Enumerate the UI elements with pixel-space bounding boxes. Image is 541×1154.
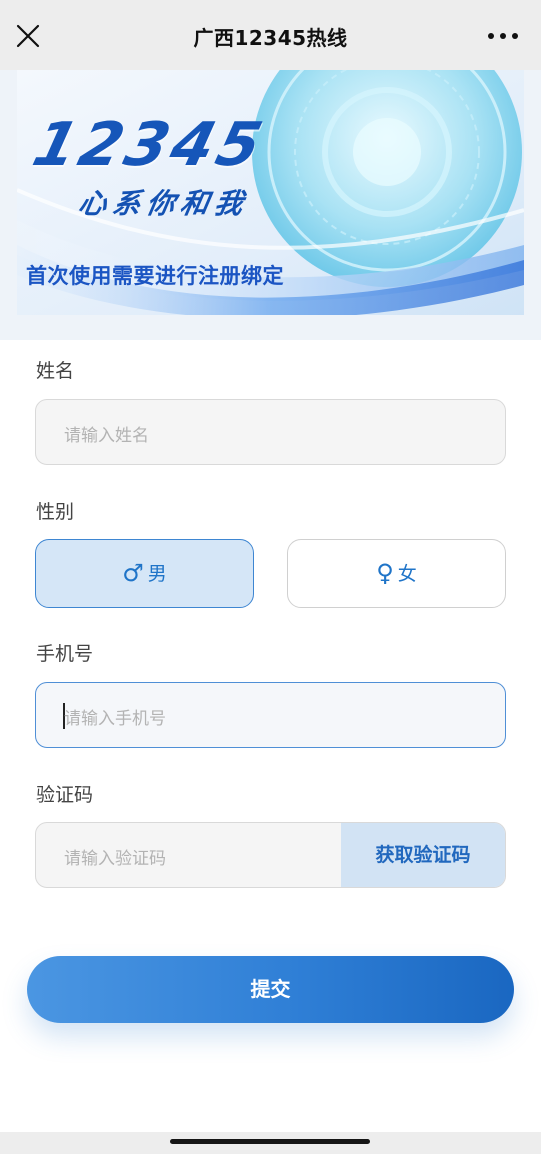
name-input[interactable]: 请输入姓名 xyxy=(35,399,506,465)
page-title: 广西12345热线 xyxy=(193,26,348,50)
banner-hotline-number: 12345 xyxy=(26,110,273,180)
name-label: 姓名 xyxy=(36,360,75,382)
gender-male-button[interactable]: ♂ 男 xyxy=(35,539,254,608)
top-navbar: 广西12345热线 xyxy=(0,0,541,70)
code-input[interactable]: 请输入验证码 获取验证码 xyxy=(35,822,506,888)
code-label: 验证码 xyxy=(36,784,94,806)
phone-placeholder: 请输入手机号 xyxy=(64,709,166,729)
banner-slogan: 心系你和我 xyxy=(75,187,252,220)
banner-area: 12345 心系你和我 首次使用需要进行注册绑定 xyxy=(0,70,541,340)
home-indicator[interactable] xyxy=(170,1139,370,1144)
gender-label: 性别 xyxy=(36,501,75,523)
female-icon: ♀ xyxy=(376,559,394,587)
gender-female-button[interactable]: ♀ 女 xyxy=(287,539,506,608)
gender-male-label: 男 xyxy=(147,563,167,585)
banner-notice: 首次使用需要进行注册绑定 xyxy=(26,264,284,288)
name-placeholder: 请输入姓名 xyxy=(64,426,149,446)
get-code-button[interactable]: 获取验证码 xyxy=(341,823,505,887)
phone-label: 手机号 xyxy=(36,643,94,665)
submit-button[interactable]: 提交 xyxy=(27,956,514,1023)
banner-image: 12345 心系你和我 首次使用需要进行注册绑定 xyxy=(17,70,524,315)
code-placeholder: 请输入验证码 xyxy=(64,849,166,869)
male-icon: ♂ xyxy=(122,559,144,587)
gender-female-label: 女 xyxy=(397,563,417,585)
more-dots-icon[interactable] xyxy=(487,25,519,47)
phone-input[interactable]: 请输入手机号 xyxy=(35,682,506,748)
